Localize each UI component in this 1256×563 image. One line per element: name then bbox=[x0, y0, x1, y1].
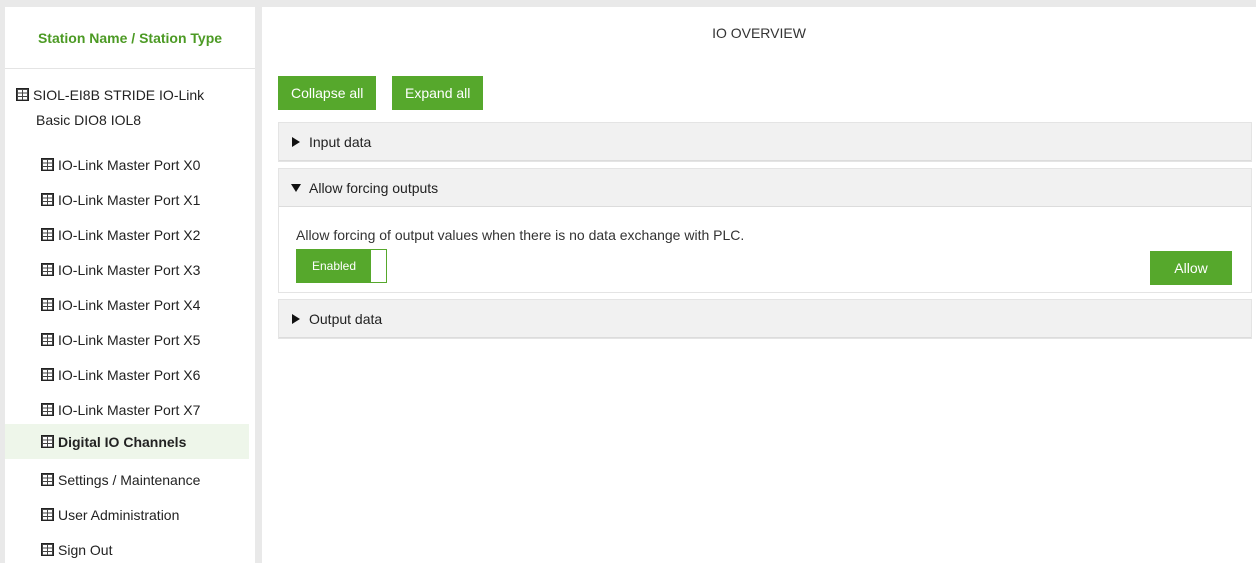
sidebar-item-label: IO-Link Master Port X1 bbox=[58, 192, 201, 208]
section-label: Allow forcing outputs bbox=[309, 180, 439, 196]
toggle-label: Enabled bbox=[297, 250, 371, 282]
device-grid-icon bbox=[41, 228, 54, 241]
sidebar-item-label: Settings / Maintenance bbox=[58, 472, 201, 488]
section-label: Input data bbox=[309, 134, 372, 150]
sidebar-item-sign-out[interactable]: Sign Out bbox=[5, 534, 249, 563]
allow-forcing-section: Allow forcing outputs Allow forcing of o… bbox=[278, 168, 1252, 293]
sidebar-item-label: IO-Link Master Port X5 bbox=[58, 332, 201, 348]
device-grid-icon bbox=[16, 88, 29, 101]
main-content: IO OVERVIEW Collapse all Expand all Inpu… bbox=[262, 7, 1256, 563]
device-grid-icon bbox=[41, 543, 54, 556]
output-data-header[interactable]: Output data bbox=[279, 300, 1251, 338]
page-frame: Station Name / Station Type SIOL-EI8B ST… bbox=[0, 0, 1256, 563]
device-grid-icon bbox=[41, 333, 54, 346]
sidebar-item-label: IO-Link Master Port X3 bbox=[58, 262, 201, 278]
sidebar-item-port-x0[interactable]: IO-Link Master Port X0 bbox=[5, 149, 249, 181]
sidebar-item-user-administration[interactable]: User Administration bbox=[5, 499, 249, 531]
triangle-right-icon bbox=[292, 314, 300, 324]
sidebar-item-label: IO-Link Master Port X6 bbox=[58, 367, 201, 383]
sidebar-item-port-x6[interactable]: IO-Link Master Port X6 bbox=[5, 359, 249, 391]
collapse-all-button[interactable]: Collapse all bbox=[278, 76, 377, 110]
sidebar-item-label: Sign Out bbox=[58, 542, 113, 558]
sidebar: Station Name / Station Type SIOL-EI8B ST… bbox=[5, 7, 255, 563]
sidebar-item-port-x1[interactable]: IO-Link Master Port X1 bbox=[5, 184, 249, 216]
allow-button[interactable]: Allow bbox=[1150, 251, 1232, 285]
sidebar-item-label: User Administration bbox=[58, 507, 180, 523]
tree-station-root[interactable]: SIOL-EI8B STRIDE IO-Link Basic DIO8 IOL8 bbox=[5, 83, 249, 135]
device-grid-icon bbox=[41, 193, 54, 206]
sidebar-item-port-x3[interactable]: IO-Link Master Port X3 bbox=[5, 254, 249, 286]
sidebar-item-settings-maintenance[interactable]: Settings / Maintenance bbox=[5, 464, 249, 496]
device-grid-icon bbox=[41, 403, 54, 416]
station-name-line1: SIOL-EI8B STRIDE IO-Link bbox=[33, 87, 205, 103]
sidebar-item-label: Digital IO Channels bbox=[58, 434, 187, 450]
station-name-line2: Basic DIO8 IOL8 bbox=[36, 112, 142, 128]
device-grid-icon bbox=[41, 298, 54, 311]
sidebar-item-label: IO-Link Master Port X4 bbox=[58, 297, 201, 313]
sidebar-item-port-x7[interactable]: IO-Link Master Port X7 bbox=[5, 394, 249, 426]
section-label: Output data bbox=[309, 311, 383, 327]
sidebar-title: Station Name / Station Type bbox=[5, 7, 255, 69]
device-grid-icon bbox=[41, 263, 54, 276]
forcing-enabled-toggle[interactable]: Enabled bbox=[296, 249, 387, 283]
sidebar-item-port-x4[interactable]: IO-Link Master Port X4 bbox=[5, 289, 249, 321]
allow-forcing-header[interactable]: Allow forcing outputs bbox=[279, 169, 1251, 207]
input-data-header[interactable]: Input data bbox=[279, 123, 1251, 161]
forcing-description: Allow forcing of output values when ther… bbox=[296, 227, 745, 243]
device-grid-icon bbox=[41, 368, 54, 381]
device-grid-icon bbox=[41, 158, 54, 171]
triangle-right-icon bbox=[292, 137, 300, 147]
expand-all-button[interactable]: Expand all bbox=[392, 76, 484, 110]
sidebar-item-digital-io-channels[interactable]: Digital IO Channels bbox=[5, 424, 249, 459]
sidebar-item-label: IO-Link Master Port X0 bbox=[58, 157, 201, 173]
sidebar-item-label: IO-Link Master Port X2 bbox=[58, 227, 201, 243]
page-title: IO OVERVIEW bbox=[712, 25, 806, 41]
device-grid-icon bbox=[41, 473, 54, 486]
output-data-section: Output data bbox=[278, 299, 1252, 339]
device-grid-icon bbox=[41, 508, 54, 521]
sidebar-item-port-x2[interactable]: IO-Link Master Port X2 bbox=[5, 219, 249, 251]
input-data-section: Input data bbox=[278, 122, 1252, 162]
sidebar-item-label: IO-Link Master Port X7 bbox=[58, 402, 201, 418]
sidebar-item-port-x5[interactable]: IO-Link Master Port X5 bbox=[5, 324, 249, 356]
toggle-knob bbox=[371, 250, 386, 282]
device-grid-icon bbox=[41, 435, 54, 448]
triangle-down-icon bbox=[291, 184, 301, 192]
